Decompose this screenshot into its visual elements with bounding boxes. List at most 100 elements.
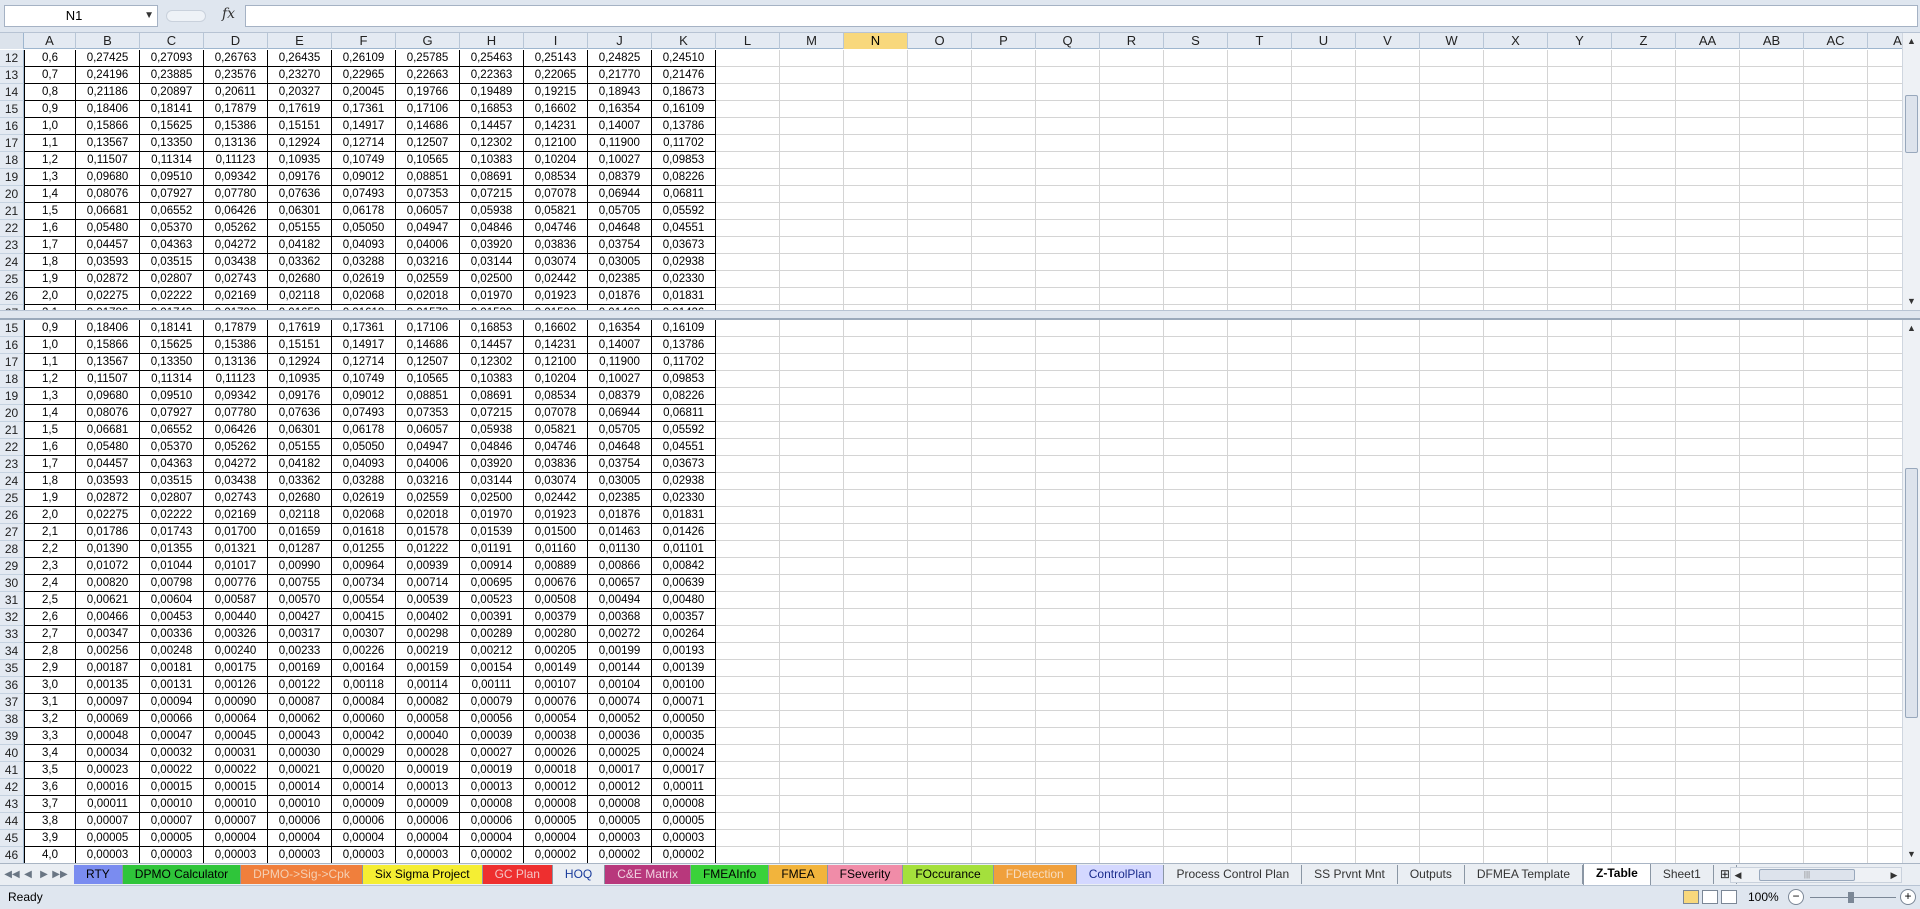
grid-cell[interactable]: 0,00094 (140, 694, 204, 711)
grid-cell[interactable] (1548, 779, 1612, 796)
grid-cell[interactable] (1676, 152, 1740, 169)
grid-cell[interactable]: 0,00193 (652, 643, 716, 660)
grid-cell[interactable]: 3,7 (24, 796, 76, 813)
grid-cell[interactable] (1484, 796, 1548, 813)
grid-cell[interactable] (1100, 456, 1164, 473)
grid-cell[interactable] (844, 288, 908, 305)
grid-cell[interactable] (844, 371, 908, 388)
vertical-scrollbar-bottom[interactable]: ▲ ▼ (1902, 320, 1920, 863)
grid-cell[interactable] (1228, 609, 1292, 626)
grid-cell[interactable] (1164, 118, 1228, 135)
grid-cell[interactable] (1612, 135, 1676, 152)
grid-cell[interactable] (780, 524, 844, 541)
grid-cell[interactable] (1036, 203, 1100, 220)
grid-cell[interactable] (1100, 813, 1164, 830)
grid-cell[interactable] (844, 405, 908, 422)
grid-cell[interactable] (1740, 371, 1804, 388)
grid-cell[interactable]: 0,00079 (460, 694, 524, 711)
grid-cell[interactable] (1228, 337, 1292, 354)
grid-cell[interactable]: 2,7 (24, 626, 76, 643)
grid-cell[interactable] (1292, 694, 1356, 711)
grid-cell[interactable] (1228, 473, 1292, 490)
grid-cell[interactable] (1804, 354, 1868, 371)
grid-cell[interactable] (1612, 254, 1676, 271)
grid-cell[interactable]: 0,01463 (588, 524, 652, 541)
grid-cell[interactable]: 0,17106 (396, 320, 460, 337)
grid-cell[interactable] (780, 439, 844, 456)
grid-cell[interactable] (1612, 405, 1676, 422)
grid-cell[interactable]: 0,04746 (524, 220, 588, 237)
column-header[interactable]: R (1100, 33, 1164, 49)
grid-cell[interactable] (1164, 847, 1228, 863)
grid-cell[interactable] (1100, 220, 1164, 237)
grid-cell[interactable] (1804, 473, 1868, 490)
grid-cell[interactable]: 0,08851 (396, 388, 460, 405)
zoom-slider[interactable]: − + (1788, 889, 1918, 907)
grid-cell[interactable]: 0,00058 (396, 711, 460, 728)
grid-cell[interactable] (1164, 439, 1228, 456)
grid-cell[interactable] (716, 490, 780, 507)
grid-cell[interactable] (1676, 473, 1740, 490)
grid-cell[interactable] (1740, 813, 1804, 830)
grid-cell[interactable] (844, 50, 908, 67)
grid-cell[interactable] (1036, 643, 1100, 660)
grid-cell[interactable] (972, 541, 1036, 558)
grid-cell[interactable]: 0,12714 (332, 354, 396, 371)
grid-cell[interactable] (1100, 592, 1164, 609)
grid-cell[interactable] (1228, 405, 1292, 422)
grid-cell[interactable] (1548, 507, 1612, 524)
grid-cell[interactable] (1100, 762, 1164, 779)
grid-cell[interactable] (1484, 626, 1548, 643)
grid-cell[interactable] (1292, 558, 1356, 575)
grid-cell[interactable] (716, 439, 780, 456)
grid-cell[interactable] (1612, 524, 1676, 541)
grid-cell[interactable] (1740, 558, 1804, 575)
grid-cell[interactable]: 0,03144 (460, 254, 524, 271)
grid-cell[interactable] (1740, 694, 1804, 711)
grid-cell[interactable]: 0,05592 (652, 203, 716, 220)
grid-cell[interactable]: 0,00695 (460, 575, 524, 592)
grid-cell[interactable]: 0,00014 (332, 779, 396, 796)
grid-cell[interactable]: 0,00494 (588, 592, 652, 609)
column-header[interactable]: D (204, 33, 268, 49)
grid-cell[interactable] (1548, 405, 1612, 422)
grid-cell[interactable]: 0,04551 (652, 220, 716, 237)
grid-cell[interactable] (1420, 220, 1484, 237)
grid-cell[interactable]: 0,09510 (140, 169, 204, 186)
grid-cell[interactable] (1484, 371, 1548, 388)
grid-cell[interactable] (1484, 728, 1548, 745)
grid-cell[interactable] (1356, 660, 1420, 677)
grid-cell[interactable] (908, 473, 972, 490)
grid-cell[interactable] (1164, 186, 1228, 203)
grid-cell[interactable]: 0,00010 (204, 796, 268, 813)
grid-cell[interactable] (1356, 354, 1420, 371)
row-header[interactable]: 40 (0, 745, 24, 762)
grid-cell[interactable] (780, 135, 844, 152)
grid-cell[interactable] (1420, 135, 1484, 152)
grid-cell[interactable] (1676, 169, 1740, 186)
grid-cell[interactable] (1484, 439, 1548, 456)
grid-cell[interactable] (716, 643, 780, 660)
grid-cell[interactable] (1228, 456, 1292, 473)
grid-cell[interactable] (1804, 422, 1868, 439)
grid-cell[interactable]: 0,03836 (524, 456, 588, 473)
grid-cell[interactable]: 1,7 (24, 237, 76, 254)
grid-cell[interactable] (780, 354, 844, 371)
grid-cell[interactable]: 0,6 (24, 50, 76, 67)
grid-cell[interactable] (1484, 405, 1548, 422)
grid-cell[interactable]: 0,00964 (332, 558, 396, 575)
grid-cell[interactable] (972, 507, 1036, 524)
grid-cell[interactable]: 0,00307 (332, 626, 396, 643)
grid-cell[interactable] (1804, 118, 1868, 135)
grid-cell[interactable] (1676, 354, 1740, 371)
grid-cell[interactable] (1484, 830, 1548, 847)
grid-cell[interactable] (1612, 371, 1676, 388)
grid-cell[interactable]: 0,13136 (204, 354, 268, 371)
grid-cell[interactable]: 0,27425 (76, 50, 140, 67)
grid-cell[interactable] (1164, 660, 1228, 677)
grid-cell[interactable] (1484, 524, 1548, 541)
grid-cell[interactable] (1228, 422, 1292, 439)
grid-cell[interactable] (1612, 101, 1676, 118)
grid-cell[interactable] (1292, 67, 1356, 84)
grid-cell[interactable]: 0,18141 (140, 101, 204, 118)
